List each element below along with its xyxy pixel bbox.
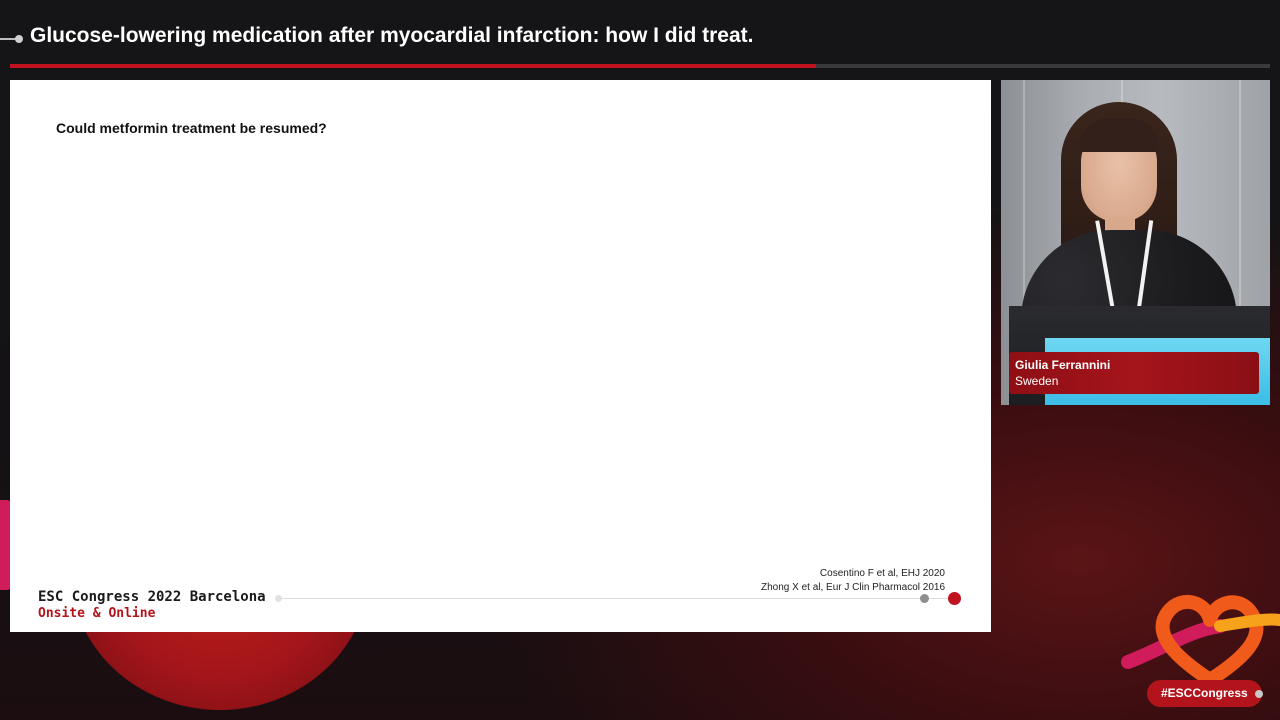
slide-references: Cosentino F et al, EHJ 2020 Zhong X et a… — [761, 567, 945, 595]
congress-format: Onsite & Online — [38, 606, 156, 621]
speaker-lower-third: Giulia Ferrannini Sweden — [1009, 352, 1259, 394]
session-progress-fill — [10, 64, 817, 68]
timeline-line — [0, 38, 16, 40]
speaker-country: Sweden — [1015, 374, 1059, 388]
backdrop-panel-line — [1023, 80, 1025, 320]
session-progress-track — [10, 64, 1270, 68]
reference-1: Cosentino F et al, EHJ 2020 — [819, 568, 945, 579]
esc-heart-logo-icon — [1121, 595, 1280, 687]
session-title: Glucose-lowering medication after myocar… — [30, 24, 754, 47]
slide-question: Could metformin treatment be resumed? — [56, 120, 327, 136]
hashtag-dot — [1255, 690, 1263, 698]
stream-stage: Glucose-lowering medication after myocar… — [0, 0, 1280, 720]
speaker-bangs — [1079, 118, 1159, 152]
session-header: Glucose-lowering medication after myocar… — [0, 0, 1280, 64]
footer-timeline-dot — [920, 594, 929, 603]
presentation-slide: Could metformin treatment be resumed? Co… — [10, 80, 991, 632]
backdrop-panel-line — [1239, 80, 1241, 320]
footer-timeline-line — [280, 598, 950, 599]
speaker-name: Giulia Ferrannini — [1015, 358, 1111, 372]
speaker-video: Giulia Ferrannini Sweden — [1001, 80, 1270, 405]
footer-timeline-current-dot — [948, 592, 961, 605]
hashtag-badge: #ESCCongress — [1147, 680, 1262, 707]
reference-2: Zhong X et al, Eur J Clin Pharmacol 2016 — [761, 582, 945, 593]
timeline-dot-icon — [15, 35, 23, 43]
congress-brand: ESC Congress 2022 Barcelona Onsite & Onl… — [38, 589, 266, 621]
congress-name: ESC Congress 2022 Barcelona — [38, 589, 266, 605]
